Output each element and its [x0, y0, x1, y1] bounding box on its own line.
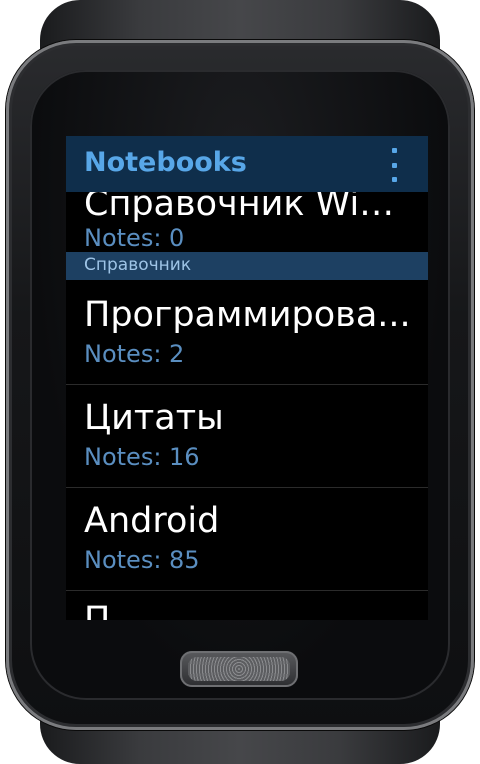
- list-item-subtitle: Notes: 85: [84, 546, 200, 574]
- list-item[interactable]: Цитаты Notes: 16: [66, 386, 428, 488]
- home-button-texture: [188, 657, 290, 681]
- section-header: Справочник: [66, 252, 428, 280]
- list-item-partial-bottom[interactable]: П: [66, 592, 428, 620]
- list-item-title: П: [84, 600, 111, 620]
- list-item-subtitle: Notes: 16: [84, 443, 200, 471]
- list-item-title: Android: [84, 501, 220, 541]
- list-item-title: Цитаты: [84, 398, 224, 438]
- page-title: Notebooks: [84, 147, 247, 178]
- home-button[interactable]: [180, 651, 298, 687]
- list-item[interactable]: Android Notes: 85: [66, 489, 428, 591]
- section-header-label: Справочник: [84, 255, 192, 275]
- action-bar: Notebooks: [66, 136, 428, 192]
- list-item-subtitle: Notes: 2: [84, 340, 185, 368]
- list-item[interactable]: Программирова... Notes: 2: [66, 283, 428, 385]
- list-item-subtitle: Notes: 0: [84, 224, 185, 252]
- overflow-menu-icon[interactable]: [384, 148, 404, 182]
- watch-screen: Справочник Win... Notes: 0 Справочник Пр…: [66, 136, 428, 620]
- list-item-title: Программирова...: [84, 295, 411, 335]
- watch-device: Справочник Win... Notes: 0 Справочник Пр…: [0, 0, 480, 764]
